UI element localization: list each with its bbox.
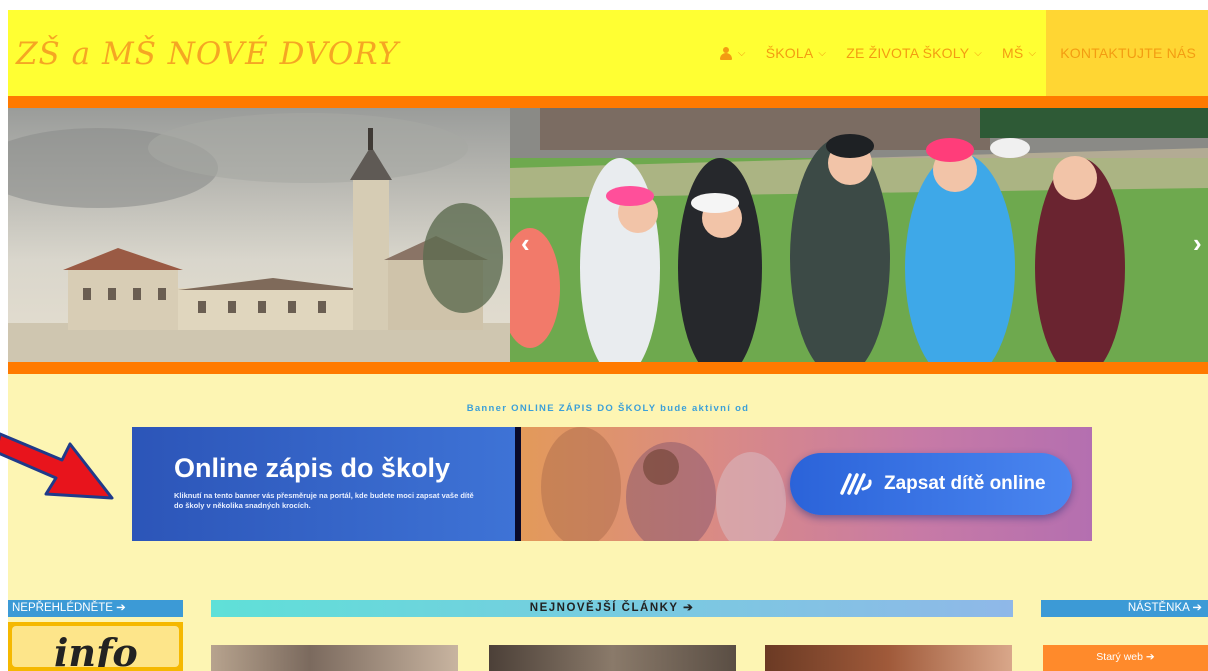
main-nav: ⌵ ŠKOLA ⌵ ZE ŽIVOTA ŠKOLY ⌵ MŠ ⌵ KONTAKT… [709, 10, 1208, 96]
nav-label: MŠ [1002, 45, 1024, 61]
chevron-down-icon: ⌵ [974, 47, 983, 59]
banner-notice: Banner ONLINE ZÁPIS DO ŠKOLY bude aktivn… [466, 403, 750, 414]
portal-logo-icon [840, 473, 872, 495]
info-image-inner: info [12, 626, 179, 667]
user-icon [719, 46, 733, 60]
online-enrollment-banner[interactable]: Online zápis do školy Kliknutí na tento … [132, 427, 1092, 541]
nav-user-menu[interactable]: ⌵ [709, 10, 756, 96]
chevron-down-icon: ⌵ [818, 47, 827, 59]
nav-kontaktujte-nas[interactable]: KONTAKTUJTE NÁS [1046, 10, 1208, 96]
banner-description: Kliknutí na tento banner vás přesměruje … [174, 491, 474, 510]
nav-skola[interactable]: ŠKOLA ⌵ [756, 10, 836, 96]
article-thumbnail[interactable] [489, 645, 736, 671]
old-web-button[interactable]: Starý web ➔ [1043, 645, 1208, 671]
slider-next-icon[interactable]: › [1193, 228, 1202, 259]
section-heading-nastenka[interactable]: NÁSTĚNKA ➔ [1041, 600, 1208, 617]
banner-title: Online zápis do školy [174, 453, 451, 483]
nav-label: ZE ŽIVOTA ŠKOLY [846, 45, 970, 61]
info-image[interactable]: info [8, 622, 183, 671]
nav-ms[interactable]: MŠ ⌵ [992, 10, 1046, 96]
article-thumbnail[interactable] [211, 645, 458, 671]
header-divider [8, 96, 1208, 108]
banner-text-panel: Online zápis do školy Kliknutí na tento … [132, 427, 515, 541]
site-header: ZŠ a MŠ NOVÉ DVORY ⌵ ŠKOLA ⌵ ZE ŽIVOTA Š… [8, 10, 1208, 96]
slide-image-students [510, 108, 1208, 362]
nav-label: KONTAKTUJTE NÁS [1060, 45, 1196, 61]
site-title[interactable]: ZŠ a MŠ NOVÉ DVORY [16, 36, 399, 72]
nav-ze-zivota-skoly[interactable]: ZE ŽIVOTA ŠKOLY ⌵ [836, 10, 992, 96]
slider-divider [8, 362, 1208, 374]
slider-prev-icon[interactable]: ‹ [521, 228, 530, 259]
section-heading-articles[interactable]: NEJNOVĚJŠÍ ČLÁNKY ➔ [211, 600, 1013, 617]
slide-image-chateau [8, 108, 510, 362]
section-heading-nepreh[interactable]: NEPŘEHLÉDNĚTE ➔ [8, 600, 183, 617]
red-arrow-pointer [0, 432, 114, 500]
chevron-down-icon: ⌵ [1028, 47, 1037, 59]
info-image-text: info [54, 630, 138, 667]
chevron-down-icon: ⌵ [737, 47, 746, 59]
article-thumbnail[interactable] [765, 645, 1012, 671]
page: ZŠ a MŠ NOVÉ DVORY ⌵ ŠKOLA ⌵ ZE ŽIVOTA Š… [8, 10, 1208, 671]
enroll-button-label: Zapsat dítě online [884, 473, 1046, 494]
image-slider: ‹ › [8, 108, 1208, 362]
nav-label: ŠKOLA [765, 45, 814, 61]
enroll-online-button[interactable]: Zapsat dítě online [790, 453, 1072, 515]
